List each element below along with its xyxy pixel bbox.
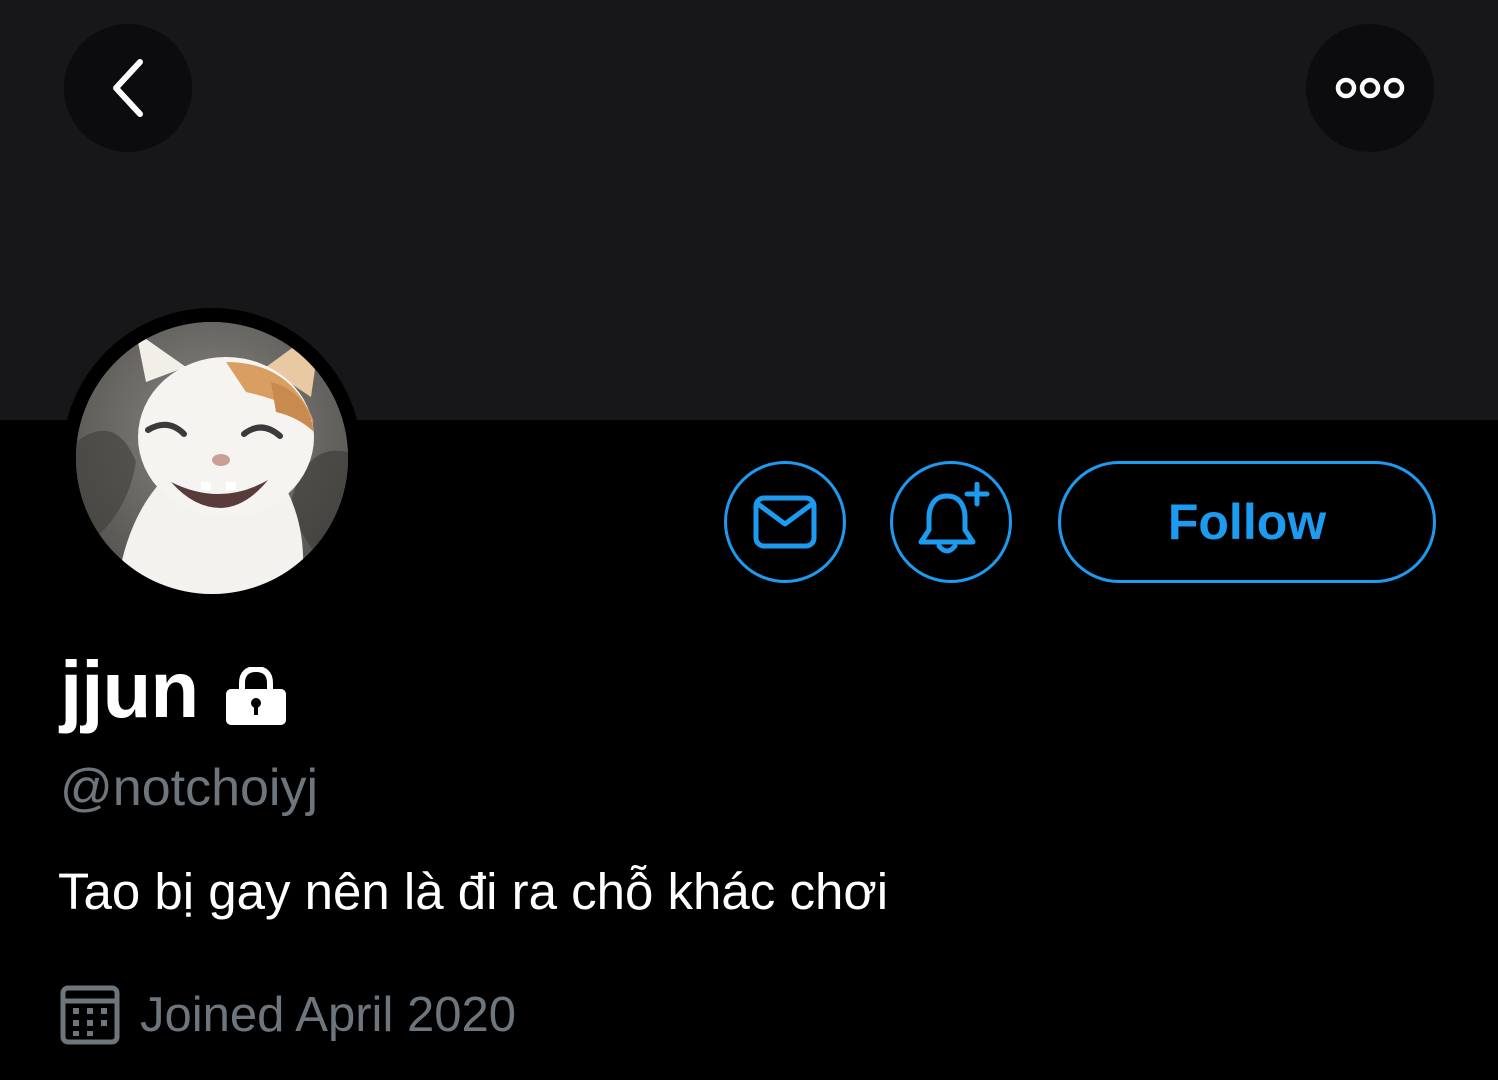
notifications-button[interactable] [890,461,1012,583]
profile-name-row: jjun [60,640,288,740]
joined-date-row: Joined April 2020 [60,985,516,1045]
cat-avatar [76,322,348,594]
message-button[interactable] [724,461,846,583]
envelope-icon [753,495,817,549]
profile-handle: @notchoiyj [60,759,319,817]
back-button[interactable] [64,24,192,152]
more-horizontal-icon [1335,77,1405,99]
display-name: jjun [60,645,199,734]
lock-icon [226,667,287,725]
follow-button-label: Follow [1167,494,1327,550]
joined-date: Joined April 2020 [140,988,516,1042]
profile-bio: Tao bị gay nên là đi ra chỗ khác chơi [58,863,889,920]
avatar[interactable] [76,322,348,594]
chevron-left-icon [113,59,143,117]
bell-plus-icon [918,482,990,554]
more-options-button[interactable] [1306,24,1434,152]
calendar-icon [60,985,120,1045]
follow-button[interactable]: Follow [1058,461,1436,583]
